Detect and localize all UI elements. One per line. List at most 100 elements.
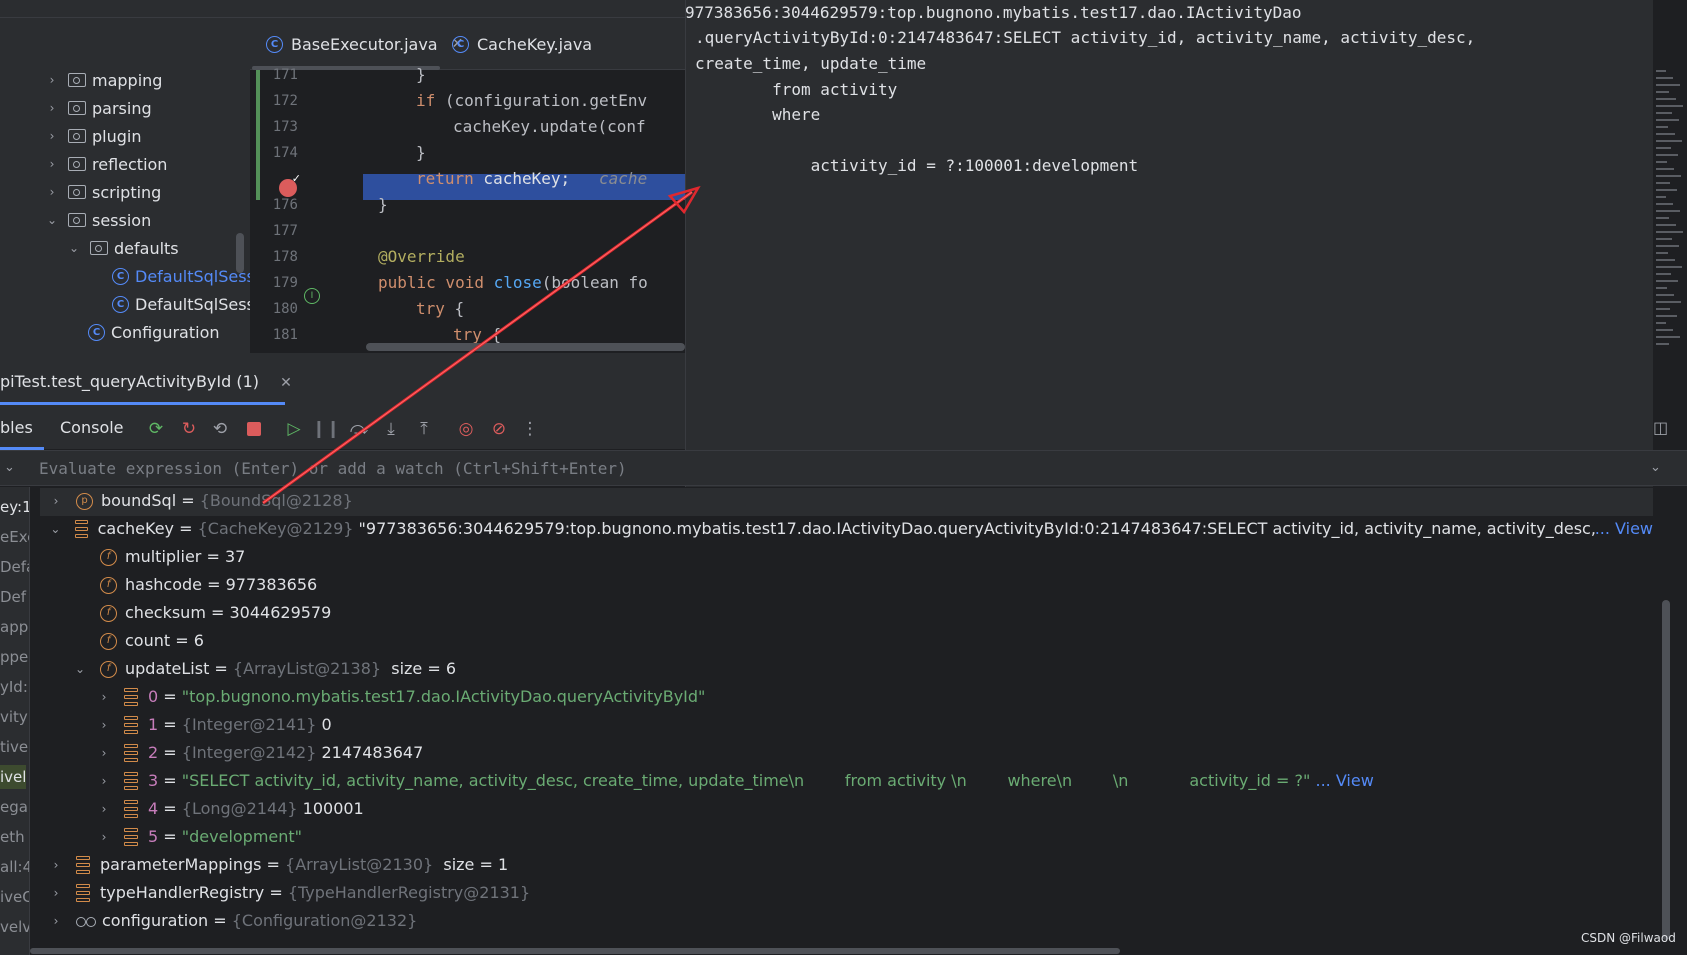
- stack-frame[interactable]: vity: [0, 705, 28, 729]
- chevron-down-icon[interactable]: ⌄: [66, 240, 82, 256]
- code-token: }: [378, 195, 388, 214]
- tree-item-configuration[interactable]: C Configuration: [88, 318, 220, 346]
- mute-breakpoints-icon[interactable]: ⊘: [487, 417, 511, 441]
- chevron-right-icon[interactable]: ›: [96, 711, 112, 739]
- variables-vertical-scrollbar[interactable]: [1662, 600, 1670, 940]
- tab-variables[interactable]: bles: [0, 418, 33, 437]
- variable-row[interactable]: › p boundSql = {BoundSql@2128}: [48, 487, 353, 515]
- package-folder-icon: [68, 73, 86, 87]
- stack-frame[interactable]: ey:1: [0, 495, 29, 519]
- stack-frame[interactable]: ega: [0, 795, 28, 819]
- resume-icon[interactable]: ▷: [282, 417, 306, 441]
- evaluate-expression-input[interactable]: Evaluate expression (Enter) or add a wat…: [39, 459, 627, 478]
- variable-row[interactable]: f checksum = 3044629579: [72, 599, 331, 627]
- chevron-right-icon[interactable]: ›: [48, 851, 64, 879]
- tree-item-defaultsqlsess[interactable]: C DefaultSqlSess: [112, 290, 250, 318]
- stack-frame[interactable]: yId:: [0, 675, 28, 699]
- tree-scrollbar[interactable]: [236, 233, 244, 273]
- step-out-icon[interactable]: ⤒: [412, 417, 436, 441]
- chevron-right-icon[interactable]: ›: [48, 879, 64, 907]
- chevron-right-icon[interactable]: ›: [44, 100, 60, 116]
- object-reference: {BoundSql@2128}: [199, 491, 353, 510]
- chevron-right-icon[interactable]: ›: [48, 487, 64, 515]
- chevron-right-icon[interactable]: ›: [96, 823, 112, 851]
- stack-frame[interactable]: ppe: [0, 645, 28, 669]
- code-line: }: [416, 140, 426, 166]
- stack-frame[interactable]: iveC: [0, 885, 29, 909]
- stack-frame[interactable]: velv: [0, 915, 29, 939]
- stack-frame[interactable]: eExe: [0, 525, 29, 549]
- error-stripe-mark: [1656, 189, 1677, 191]
- layout-icon[interactable]: ◫: [1653, 418, 1668, 437]
- tree-item-defaultsqlsess[interactable]: C DefaultSqlSess: [112, 262, 250, 290]
- variable-row[interactable]: ⌄ cacheKey = {CacheKey@2129} "977383656:3…: [48, 515, 1653, 543]
- variable-row[interactable]: › 2 = {Integer@2142} 2147483647: [96, 739, 423, 767]
- chevron-right-icon[interactable]: ›: [44, 156, 60, 172]
- view-link[interactable]: ... View: [1310, 767, 1373, 795]
- variable-row[interactable]: ⌄ f updateList = {ArrayList@2138} size = 6: [72, 655, 456, 683]
- step-over-icon[interactable]: ⤼: [347, 417, 371, 441]
- tab-console[interactable]: Console: [60, 418, 124, 437]
- stack-frame[interactable]: ivel: [0, 765, 27, 789]
- tree-item-parsing[interactable]: › parsing: [44, 94, 152, 122]
- chevron-right-icon[interactable]: ›: [96, 739, 112, 767]
- variable-row[interactable]: › configuration = {Configuration@2132}: [48, 907, 418, 935]
- chevron-right-icon[interactable]: ›: [96, 795, 112, 823]
- variable-row[interactable]: › 5 = "development": [96, 823, 302, 851]
- editor-horizontal-scrollbar[interactable]: [366, 343, 685, 351]
- chevron-right-icon[interactable]: ›: [44, 128, 60, 144]
- variable-row[interactable]: › typeHandlerRegistry = {TypeHandlerRegis…: [48, 879, 530, 907]
- line-number: 179: [272, 275, 298, 291]
- chevron-right-icon[interactable]: ›: [96, 683, 112, 711]
- variable-row[interactable]: › 1 = {Integer@2141} 0: [96, 711, 332, 739]
- chevron-down-icon[interactable]: ⌄: [72, 655, 88, 683]
- variable-row[interactable]: › 4 = {Long@2144} 100001: [96, 795, 364, 823]
- restart-icon[interactable]: ↻: [177, 417, 201, 441]
- reload-icon[interactable]: ⟲: [208, 417, 232, 441]
- tab-cache-key[interactable]: C CacheKey.java: [452, 30, 592, 58]
- variable-row[interactable]: f hashcode = 977383656: [72, 571, 317, 599]
- stack-frame[interactable]: Def: [0, 585, 26, 609]
- implements-icon[interactable]: I: [304, 288, 320, 304]
- stack-frame[interactable]: all:4: [0, 855, 29, 879]
- tree-item-defaults[interactable]: ⌄ defaults: [66, 234, 179, 262]
- debug-session-tab[interactable]: piTest.test_queryActivityById (1) ✕: [0, 370, 292, 394]
- equals-sign: =: [158, 743, 182, 762]
- variable-row[interactable]: › 3 = "SELECT activity_id, activity_name,…: [96, 767, 1374, 795]
- chevron-right-icon[interactable]: ›: [44, 72, 60, 88]
- view-link[interactable]: ... View: [1595, 515, 1653, 543]
- chevron-down-icon[interactable]: ⌄: [48, 515, 63, 543]
- tree-item-plugin[interactable]: › plugin: [44, 122, 142, 150]
- chevron-right-icon[interactable]: ›: [96, 767, 112, 795]
- stack-frame[interactable]: eth: [0, 825, 25, 849]
- close-icon[interactable]: ✕: [280, 375, 292, 391]
- variable-row[interactable]: › 0 = "top.bugnono.mybatis.test17.dao.IAc…: [96, 683, 705, 711]
- chevron-down-icon[interactable]: ⌄: [44, 212, 60, 228]
- chevron-right-icon[interactable]: ›: [48, 907, 64, 935]
- variable-name: cacheKey: [97, 519, 175, 538]
- tree-item-reflection[interactable]: › reflection: [44, 150, 168, 178]
- variable-row[interactable]: f multiplier = 37: [72, 543, 245, 571]
- stack-frame[interactable]: app: [0, 615, 28, 639]
- expand-icon[interactable]: ⌄: [1650, 460, 1661, 475]
- stack-frame[interactable]: Defa: [0, 555, 29, 579]
- chevron-down-icon[interactable]: ⌄: [4, 460, 15, 475]
- tree-item-scripting[interactable]: › scripting: [44, 178, 162, 206]
- view-breakpoints-icon[interactable]: ◎: [454, 417, 478, 441]
- step-into-icon[interactable]: ⤓: [379, 417, 403, 441]
- more-icon[interactable]: ⋮: [518, 417, 542, 441]
- stop-icon[interactable]: [242, 417, 266, 441]
- error-stripe-mark: [1656, 98, 1676, 100]
- tree-item-mapping[interactable]: › mapping: [44, 66, 163, 94]
- rerun-icon[interactable]: ⟳: [144, 417, 168, 441]
- chevron-right-icon[interactable]: ›: [44, 184, 60, 200]
- tab-base-executor[interactable]: C BaseExecutor.java ✕: [266, 30, 463, 58]
- variables-horizontal-scrollbar[interactable]: [30, 948, 1120, 954]
- pause-icon[interactable]: ❙❙: [312, 417, 341, 441]
- variable-name: 0: [148, 687, 159, 706]
- stack-frame[interactable]: tive: [0, 735, 28, 759]
- variable-row[interactable]: › parameterMappings = {ArrayList@2130} si…: [48, 851, 508, 879]
- object-reference: {CacheKey@2129}: [197, 519, 354, 538]
- tree-item-session[interactable]: ⌄ session: [44, 206, 151, 234]
- variable-row[interactable]: f count = 6: [72, 627, 204, 655]
